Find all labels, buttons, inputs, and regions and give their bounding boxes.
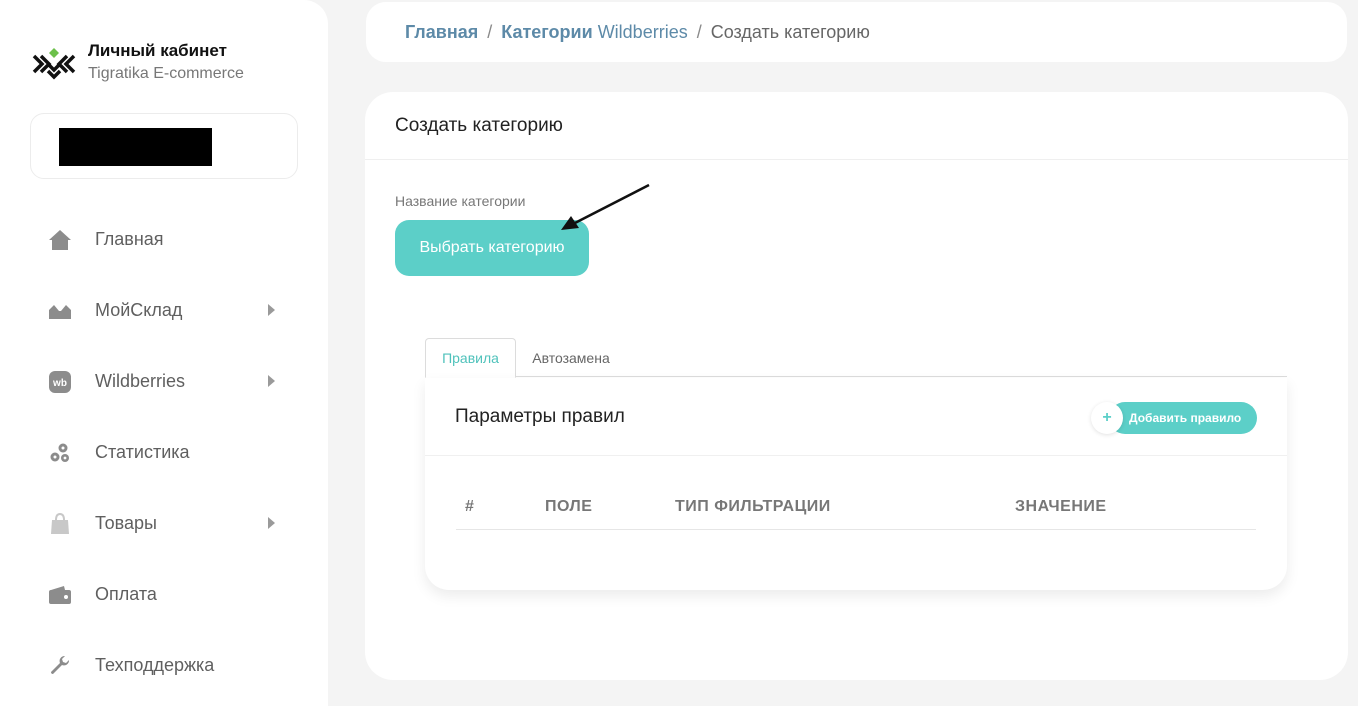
column-header-value: ЗНАЧЕНИЕ — [1015, 498, 1107, 515]
wb-icon: wb — [48, 370, 72, 394]
rules-tabs: Правила Автозамена — [425, 338, 1287, 378]
sidebar-item-support[interactable]: Техподдержка — [0, 630, 328, 701]
tigratika-logo-icon — [32, 48, 76, 80]
add-rule-button[interactable]: Добавить правило + — [1091, 402, 1257, 434]
tab-rules[interactable]: Правила — [425, 338, 516, 378]
svg-text:wb: wb — [52, 378, 67, 389]
wrench-icon — [48, 654, 72, 678]
sidebar-item-moysklad[interactable]: МойСклад — [0, 275, 328, 346]
sidebar-item-products[interactable]: Товары — [0, 488, 328, 559]
redacted-account-name — [59, 128, 212, 166]
breadcrumb: Главная / Категории Wildberries / Создат… — [366, 2, 1347, 62]
rules-panel: Параметры правил Добавить правило + # ПО… — [425, 378, 1287, 590]
breadcrumb-categories-link[interactable]: Категории Wildberries — [501, 22, 687, 43]
sidebar-item-label: МойСклад — [95, 300, 183, 320]
breadcrumb-categories-suffix: Wildberries — [597, 21, 688, 42]
warehouse-icon — [48, 299, 72, 323]
sidebar-item-label: Главная — [95, 229, 164, 249]
category-name-label: Название категории — [395, 193, 526, 209]
breadcrumb-current: Создать категорию — [710, 21, 870, 42]
annotation-arrow-icon — [561, 183, 650, 230]
column-header-field: ПОЛЕ — [545, 498, 593, 515]
chevron-right-icon — [268, 517, 275, 529]
sidebar-item-label: Оплата — [95, 584, 157, 604]
home-icon — [48, 228, 72, 252]
cogs-icon — [48, 441, 72, 465]
sidebar-nav: Главная МойСклад wb Wildberries Статисти… — [0, 204, 328, 701]
sidebar-item-payment[interactable]: Оплата — [0, 559, 328, 630]
create-category-card: Создать категорию Название категории Выб… — [365, 92, 1348, 680]
add-rule-label: Добавить правило — [1109, 402, 1257, 434]
column-header-number: # — [465, 498, 475, 515]
tab-autoreplace[interactable]: Автозамена — [517, 338, 625, 377]
brand-subtitle: Tigratika E-commerce — [88, 65, 244, 82]
wallet-icon — [48, 583, 72, 607]
page-title: Создать категорию — [365, 92, 1348, 160]
sidebar: Личный кабинет Tigratika E-commerce Глав… — [0, 0, 328, 706]
rules-table-header: # ПОЛЕ ТИП ФИЛЬТРАЦИИ ЗНАЧЕНИЕ — [456, 486, 1256, 530]
breadcrumb-categories-label: Категории — [501, 21, 593, 42]
chevron-right-icon — [268, 375, 275, 387]
account-box[interactable] — [30, 113, 298, 179]
breadcrumb-separator: / — [487, 21, 493, 42]
sidebar-item-label: Техподдержка — [95, 655, 215, 675]
sidebar-item-wildberries[interactable]: wb Wildberries — [0, 346, 328, 417]
sidebar-item-home[interactable]: Главная — [0, 204, 328, 275]
brand-title: Личный кабинет — [88, 41, 227, 60]
column-header-filter-type: ТИП ФИЛЬТРАЦИИ — [675, 498, 831, 515]
sidebar-item-statistics[interactable]: Статистика — [0, 417, 328, 488]
plus-icon: + — [1091, 402, 1123, 434]
bag-icon — [48, 512, 72, 536]
chevron-right-icon — [268, 304, 275, 316]
sidebar-item-label: Товары — [95, 513, 157, 533]
sidebar-item-label: Wildberries — [95, 371, 186, 391]
breadcrumb-home-link[interactable]: Главная — [405, 22, 478, 43]
sidebar-item-label: Статистика — [95, 442, 190, 462]
brand[interactable]: Личный кабинет Tigratika E-commerce — [32, 40, 244, 86]
breadcrumb-separator: / — [696, 21, 702, 42]
